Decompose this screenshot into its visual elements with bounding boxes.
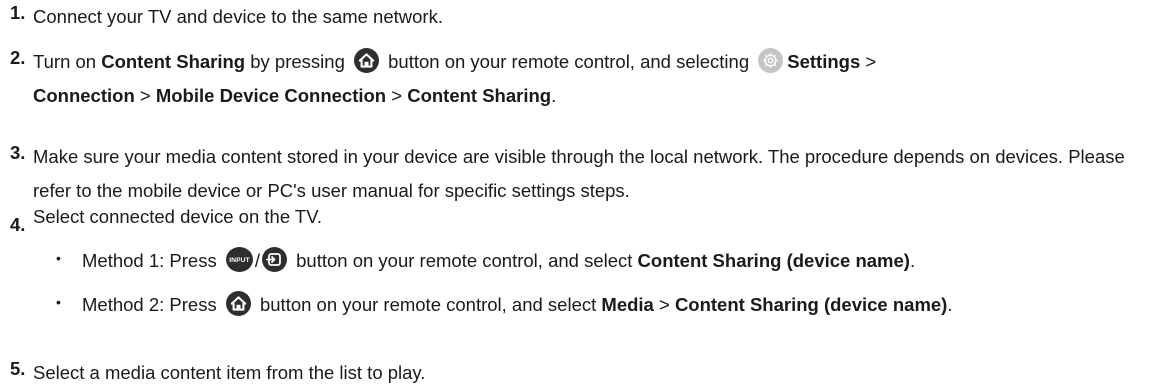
connection-label: Connection xyxy=(33,85,135,106)
step-number: 1. xyxy=(10,2,26,23)
mobile-device-connection-label: Mobile Device Connection xyxy=(155,85,387,106)
step-number: 3. xyxy=(10,142,26,163)
method-text: Method 2: Press button on your remote co… xyxy=(82,288,1082,322)
home-icon xyxy=(354,48,379,73)
input-icon: INPUT xyxy=(225,247,253,272)
source-icon xyxy=(261,247,287,272)
bullet: • xyxy=(56,294,61,310)
step-number: 5. xyxy=(10,358,26,379)
content-sharing-device-name-label: Content Sharing (device name) xyxy=(637,250,910,271)
content-sharing-label: Content Sharing xyxy=(407,85,552,106)
bullet: • xyxy=(56,250,61,266)
content-sharing-label: Content Sharing xyxy=(101,51,246,72)
method-text: Method 1: Press INPUT / button on your re… xyxy=(82,244,1158,278)
step-text: Select connected device on the TV. xyxy=(33,206,323,227)
settings-label: Settings xyxy=(787,51,861,72)
home-icon xyxy=(225,291,251,316)
svg-text:INPUT: INPUT xyxy=(229,257,250,264)
content-sharing-device-name-label: Content Sharing (device name) xyxy=(674,294,948,315)
step-text: Select a media content item from the lis… xyxy=(33,362,426,383)
settings-icon xyxy=(758,48,784,73)
step-number: 4. xyxy=(10,214,26,235)
step-text: Connect your TV and device to the same n… xyxy=(33,6,443,27)
media-label: Media xyxy=(601,294,654,315)
step-text: Make sure your media content stored in y… xyxy=(33,146,1125,201)
step-text: Turn on Content Sharing by pressing butt… xyxy=(33,45,1157,113)
step-number: 2. xyxy=(10,47,26,68)
